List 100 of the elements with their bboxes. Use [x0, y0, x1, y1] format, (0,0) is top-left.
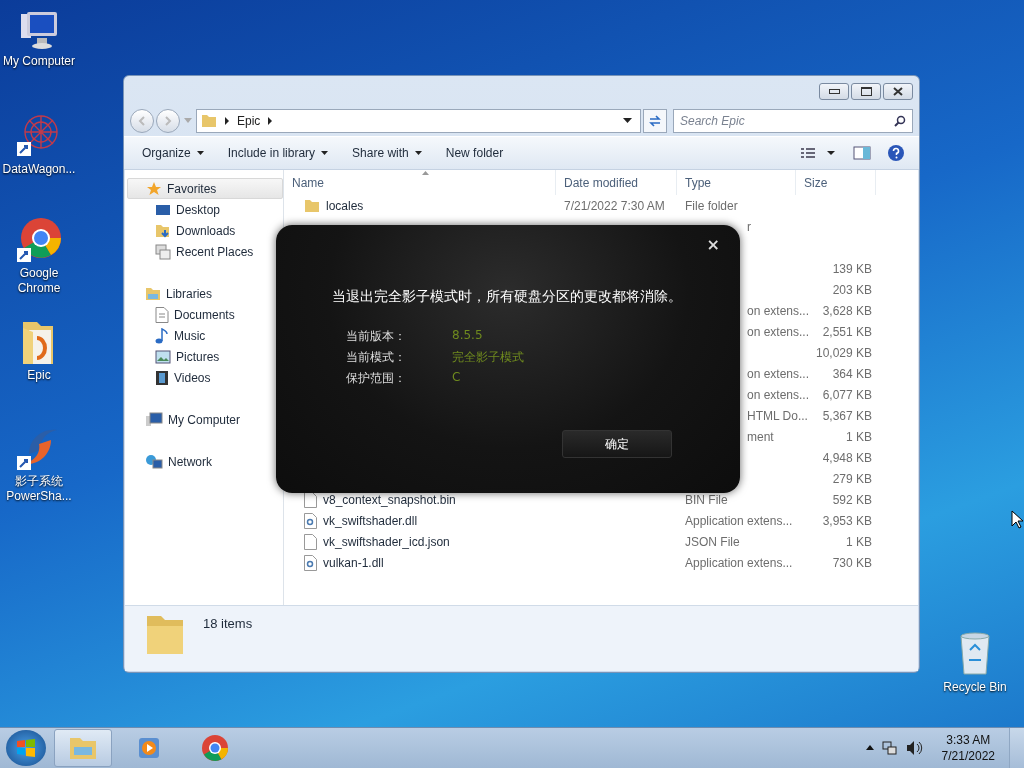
- nav-item[interactable]: Favorites: [127, 178, 283, 199]
- file-name[interactable]: v8_context_snapshot.bin: [323, 492, 456, 507]
- gear-file-icon: [304, 554, 317, 571]
- nav-item[interactable]: Downloads: [125, 220, 283, 241]
- nav-item[interactable]: Pictures: [125, 346, 283, 367]
- nav-item[interactable]: Desktop: [125, 199, 283, 220]
- nav-item[interactable]: Music: [125, 325, 283, 346]
- desktop-icon-label[interactable]: Google Chrome: [17, 266, 61, 296]
- file-size: 10,029 KB: [815, 345, 872, 360]
- nav-item[interactable]: Videos: [125, 367, 283, 388]
- field-value: 完全影子模式: [452, 349, 524, 366]
- windows-logo-icon: [15, 737, 37, 759]
- dialog-message: 当退出完全影子模式时，所有硬盘分区的更改都将消除。: [332, 288, 682, 306]
- field-label: 当前模式：: [346, 349, 407, 366]
- start-button[interactable]: [6, 730, 46, 766]
- file-type: on extens...: [746, 387, 810, 402]
- close-button[interactable]: [883, 83, 913, 100]
- refresh-button[interactable]: [643, 109, 667, 133]
- file-type: on extens...: [746, 303, 810, 318]
- nav-item[interactable]: Documents: [125, 304, 283, 325]
- monitor-icon: [155, 202, 171, 217]
- field-label: 保护范围：: [346, 370, 407, 387]
- file-size: 5,367 KB: [822, 408, 872, 423]
- file-name[interactable]: vk_swiftshader.dll: [323, 513, 418, 528]
- chevron-right-icon: [267, 117, 274, 125]
- clock-time[interactable]: 3:33 AM: [946, 733, 991, 747]
- picture-icon: [155, 349, 171, 364]
- file-name[interactable]: locales: [326, 198, 364, 213]
- file-type: HTML Do...: [746, 408, 808, 423]
- item-count: 18 items: [203, 616, 253, 631]
- desktop-icon-label[interactable]: 影子系统 PowerSha...: [6, 474, 72, 504]
- document-icon: [155, 306, 169, 323]
- toolbar-button[interactable]: New folder: [435, 142, 514, 164]
- chrome-icon[interactable]: [15, 216, 63, 264]
- clock-date[interactable]: 7/21/2022: [941, 749, 995, 763]
- file-size: 279 KB: [832, 471, 872, 486]
- file-type: Application extens...: [685, 555, 793, 570]
- file-type: on extens...: [746, 324, 810, 339]
- file-size: 2,551 KB: [822, 324, 872, 339]
- desktop-icon-label[interactable]: My Computer: [3, 54, 75, 69]
- network-globe-icon: [145, 453, 163, 470]
- column-header[interactable]: Size: [796, 170, 876, 195]
- maximize-button[interactable]: [851, 83, 881, 100]
- help-icon: [887, 144, 905, 162]
- toolbar-button[interactable]: Organize: [132, 142, 214, 164]
- computer-icon: [145, 411, 163, 428]
- breadcrumb-item[interactable]: Epic: [237, 114, 261, 128]
- file-name[interactable]: vulkan-1.dll: [323, 555, 384, 570]
- dropdown-arrow-icon: [321, 151, 329, 155]
- folder-icon: [68, 735, 98, 761]
- ok-button[interactable]: 确定: [562, 430, 672, 458]
- close-icon: [893, 87, 903, 96]
- folder-icon: [201, 114, 217, 128]
- field-value: C: [452, 370, 462, 386]
- file-type: on extens...: [746, 366, 810, 381]
- toolbar-button[interactable]: Share with: [342, 142, 432, 164]
- show-hidden-icons-icon[interactable]: [865, 745, 874, 751]
- file-size: 139 KB: [832, 261, 872, 276]
- minimize-button[interactable]: [819, 83, 849, 100]
- desktop-icon-label[interactable]: Recycle Bin: [943, 680, 1007, 695]
- nav-item[interactable]: Recent Places: [125, 241, 283, 262]
- file-type: File folder: [685, 198, 738, 213]
- pane-icon: [853, 146, 871, 160]
- desktop-icon-label[interactable]: Epic: [27, 368, 51, 383]
- file-size: 364 KB: [832, 366, 872, 381]
- speaker-icon[interactable]: [905, 740, 924, 756]
- search-icon: [894, 115, 906, 127]
- column-header[interactable]: Date modified: [556, 170, 677, 195]
- file-type: Application extens...: [685, 513, 793, 528]
- toolbar-button[interactable]: Include in library: [217, 142, 339, 164]
- network-icon[interactable]: [881, 740, 898, 756]
- file-type: JSON File: [685, 534, 740, 549]
- folder-icon: [304, 198, 320, 213]
- file-type: BIN File: [685, 492, 728, 507]
- address-bar[interactable]: Epic: [196, 109, 641, 133]
- column-header[interactable]: Type: [677, 170, 796, 195]
- file-icon: [304, 533, 317, 550]
- file-name[interactable]: vk_swiftshader_icd.json: [323, 534, 450, 549]
- chevron-right-icon: [224, 117, 230, 125]
- close-button[interactable]: ×: [706, 235, 720, 254]
- chevron-left-icon: [136, 115, 148, 127]
- music-note-icon: [155, 327, 169, 344]
- file-size: 3,628 KB: [822, 303, 872, 318]
- desktop-icon-label[interactable]: DataWagon...: [2, 162, 76, 177]
- search-field[interactable]: Search Epic: [673, 109, 913, 133]
- chevron-right-icon: [162, 115, 174, 127]
- file-type: r: [746, 219, 751, 234]
- file-size: 1 KB: [846, 534, 872, 549]
- file-size: 203 KB: [832, 282, 872, 297]
- nav-item[interactable]: My Computer: [127, 409, 283, 430]
- refresh-arrows-icon: [648, 115, 662, 127]
- file-size: 3,953 KB: [822, 513, 872, 528]
- field-value: 8.5.5: [452, 328, 484, 344]
- dropdown-arrow-icon: [196, 151, 204, 155]
- nav-item[interactable]: Libraries: [127, 283, 283, 304]
- nav-item[interactable]: Network: [127, 451, 283, 472]
- mouse-cursor-icon: [1011, 510, 1023, 529]
- file-size: 592 KB: [832, 492, 872, 507]
- file-date: 7/21/2022 7:30 AM: [564, 198, 665, 213]
- dropdown-arrow-icon[interactable]: [623, 118, 632, 124]
